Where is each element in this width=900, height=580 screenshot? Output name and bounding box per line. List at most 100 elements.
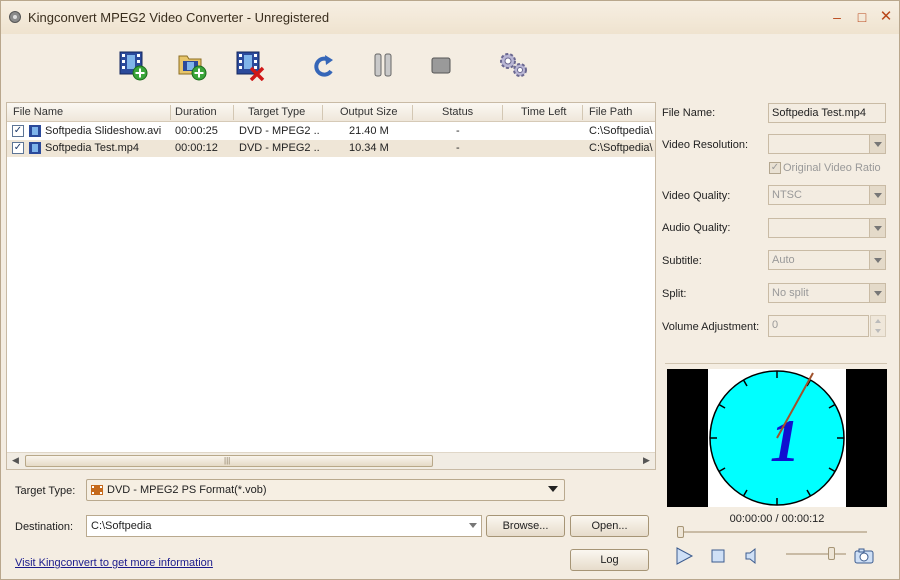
subtitle-value: Auto <box>772 254 795 266</box>
chevron-down-icon <box>548 486 558 492</box>
seek-bar[interactable] <box>679 531 867 533</box>
refresh-icon <box>314 55 333 77</box>
open-button[interactable]: Open... <box>570 515 649 537</box>
spin-up-icon[interactable] <box>875 319 881 323</box>
table-row[interactable]: ✓ Softpedia Slideshow.avi 00:00:25 DVD -… <box>7 123 655 140</box>
maximize-button[interactable]: □ <box>852 8 872 26</box>
volume-input[interactable]: 0 <box>768 315 869 337</box>
settings-button[interactable] <box>494 46 532 84</box>
table-row[interactable]: ✓ Softpedia Test.mp4 00:00:12 DVD - MPEG… <box>7 140 655 157</box>
pause-icon <box>374 53 392 77</box>
app-window: Kingconvert MPEG2 Video Converter - Unre… <box>0 0 900 580</box>
target-cell: DVD - MPEG2 ... <box>239 142 319 154</box>
play-icon[interactable] <box>673 546 695 566</box>
stop-icon <box>431 57 451 74</box>
video-quality-value: NTSC <box>772 189 802 201</box>
remove-button[interactable] <box>231 46 269 84</box>
camera-icon[interactable] <box>853 546 875 566</box>
video-quality-label: Video Quality: <box>662 190 731 202</box>
col-file-name[interactable]: File Name <box>13 106 63 118</box>
chevron-down-icon <box>869 135 885 153</box>
toolbar <box>1 34 899 98</box>
video-resolution-label: Video Resolution: <box>662 139 749 151</box>
horizontal-scrollbar[interactable]: ◀ ||| ▶ <box>7 452 655 469</box>
chevron-down-icon <box>869 284 885 302</box>
chevron-down-icon[interactable] <box>469 523 477 528</box>
title-bar: Kingconvert MPEG2 Video Converter - Unre… <box>1 1 899 34</box>
gear-icon <box>500 53 527 77</box>
file-name-field: Softpedia Test.mp4 <box>768 103 886 123</box>
row-checkbox[interactable]: ✓ <box>12 125 24 137</box>
timecode: 00:00:00 / 00:00:12 <box>729 513 825 525</box>
preview-frame: 1 <box>708 369 846 507</box>
col-file-path[interactable]: File Path <box>589 106 632 118</box>
subtitle-label: Subtitle: <box>662 255 702 267</box>
video-file-icon <box>29 125 41 137</box>
destination-label: Destination: <box>15 521 74 533</box>
path-cell: C:\Softpedia\ <box>589 125 653 137</box>
video-quality-select[interactable]: NTSC <box>768 185 886 205</box>
audio-quality-label: Audio Quality: <box>662 222 731 234</box>
scroll-thumb[interactable]: ||| <box>25 455 433 467</box>
col-output-size[interactable]: Output Size <box>340 106 397 118</box>
panel-divider <box>665 363 887 364</box>
volume-label: Volume Adjustment: <box>662 321 760 333</box>
volume-spinner[interactable] <box>870 315 886 337</box>
target-type-select[interactable]: DVD - MPEG2 PS Format(*.vob) <box>86 479 565 501</box>
close-button[interactable]: ✕ <box>876 8 896 26</box>
video-file-icon <box>29 142 41 154</box>
seek-thumb[interactable] <box>677 526 684 538</box>
target-type-label: Target Type: <box>15 485 76 497</box>
status-cell: - <box>456 125 460 137</box>
clock-face: 1 <box>709 370 845 506</box>
scroll-left-arrow[interactable]: ◀ <box>12 455 19 466</box>
original-ratio-label: Original Video Ratio <box>783 162 881 174</box>
kingconvert-link[interactable]: Visit Kingconvert to get more informatio… <box>15 557 213 569</box>
volume-slider[interactable] <box>786 553 846 555</box>
file-name-value: Softpedia Test.mp4 <box>772 107 866 119</box>
video-resolution-select[interactable] <box>768 134 886 154</box>
add-folder-button[interactable] <box>173 46 211 84</box>
browse-button[interactable]: Browse... <box>486 515 565 537</box>
column-header: File Name Duration Target Type Output Si… <box>7 103 655 122</box>
pause-button[interactable] <box>364 46 402 84</box>
col-time-left[interactable]: Time Left <box>521 106 566 118</box>
size-cell: 10.34 M <box>349 142 389 154</box>
add-video-button[interactable] <box>114 46 152 84</box>
log-button[interactable]: Log <box>570 549 649 571</box>
add-video-icon <box>119 51 148 81</box>
row-checkbox[interactable]: ✓ <box>12 142 24 154</box>
speaker-icon[interactable] <box>741 546 763 566</box>
split-select[interactable]: No split <box>768 283 886 303</box>
volume-thumb[interactable] <box>827 547 835 560</box>
stop-button[interactable] <box>422 46 460 84</box>
subtitle-select[interactable]: Auto <box>768 250 886 270</box>
chevron-down-icon <box>869 219 885 237</box>
convert-button[interactable] <box>305 46 343 84</box>
remove-video-icon <box>236 51 265 81</box>
spin-down-icon[interactable] <box>875 329 881 333</box>
file-name-label: File Name: <box>662 107 716 119</box>
target-cell: DVD - MPEG2 ... <box>239 125 319 137</box>
path-cell: C:\Softpedia\ <box>589 142 653 154</box>
scroll-right-arrow[interactable]: ▶ <box>643 455 650 466</box>
file-list[interactable]: File Name Duration Target Type Output Si… <box>6 102 656 470</box>
stop-icon[interactable] <box>707 546 729 566</box>
volume-value: 0 <box>772 319 779 331</box>
chevron-down-icon <box>869 186 885 204</box>
size-cell: 21.40 M <box>349 125 389 137</box>
minimize-button[interactable]: – <box>827 8 847 26</box>
duration-cell: 00:00:25 <box>175 125 218 137</box>
audio-quality-select[interactable] <box>768 218 886 238</box>
status-cell: - <box>456 142 460 154</box>
original-ratio-checkbox[interactable]: ✓ <box>769 162 781 174</box>
destination-input[interactable]: C:\Softpedia <box>86 515 482 537</box>
file-name-cell: Softpedia Test.mp4 <box>45 142 139 154</box>
split-label: Split: <box>662 288 687 300</box>
app-icon <box>9 11 21 23</box>
col-target-type[interactable]: Target Type <box>248 106 305 118</box>
film-icon <box>91 485 103 495</box>
col-status[interactable]: Status <box>442 106 473 118</box>
col-duration[interactable]: Duration <box>175 106 217 118</box>
window-title: Kingconvert MPEG2 Video Converter - Unre… <box>28 10 330 25</box>
